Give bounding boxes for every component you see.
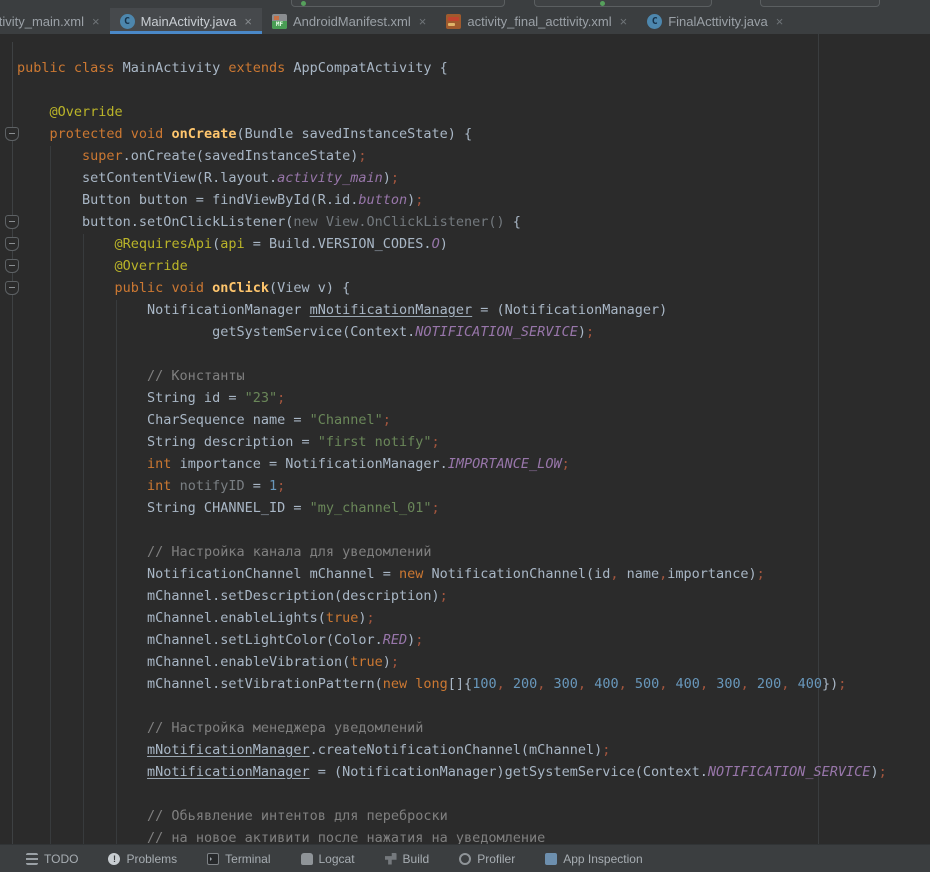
code-line [0, 695, 930, 717]
fold-toggle-icon[interactable] [5, 281, 19, 295]
toolwindow-button-logcat[interactable]: Logcat [301, 852, 355, 866]
layout-xml-file-icon [446, 14, 461, 29]
tab-label: activity_final_acttivity.xml [467, 14, 611, 29]
build-icon [385, 853, 397, 865]
code-line: NotificationManager mNotificationManager… [0, 299, 930, 321]
device-selector[interactable] [534, 0, 712, 7]
fold-toggle-icon[interactable] [5, 259, 19, 273]
java-class-icon: C [647, 14, 662, 29]
code-line: // Обьявление интентов для переброски [0, 805, 930, 827]
code-line: // Настройка менеджера уведомлений [0, 717, 930, 739]
fold-toggle-icon[interactable] [5, 237, 19, 251]
code-line: mChannel.setLightColor(Color.RED); [0, 629, 930, 651]
code-line: getSystemService(Context.NOTIFICATION_SE… [0, 321, 930, 343]
code-area: public class MainActivity extends AppCom… [0, 57, 930, 849]
toolwindow-button-label: Logcat [319, 852, 355, 866]
toolbar-strip [0, 0, 930, 8]
toolwindow-button-problems[interactable]: ! Problems [108, 852, 177, 866]
fold-toggle-icon[interactable] [5, 127, 19, 141]
code-editor[interactable]: public class MainActivity extends AppCom… [0, 34, 930, 855]
code-line: String description = "first notify"; [0, 431, 930, 453]
code-line: Button button = findViewById(R.id.button… [0, 189, 930, 211]
code-line [0, 79, 930, 101]
code-line: // Константы [0, 365, 930, 387]
close-icon[interactable]: × [620, 15, 628, 28]
tab-mainactivity-java[interactable]: C MainActivity.java × [110, 8, 262, 34]
code-line: int importance = NotificationManager.IMP… [0, 453, 930, 475]
toolwindow-button-label: Build [403, 852, 430, 866]
code-line: @Override [0, 255, 930, 277]
code-line: mChannel.enableVibration(true); [0, 651, 930, 673]
app-inspection-icon [545, 853, 557, 865]
fold-toggle-icon[interactable] [5, 215, 19, 229]
code-line: String CHANNEL_ID = "my_channel_01"; [0, 497, 930, 519]
tab-label: AndroidManifest.xml [293, 14, 411, 29]
java-class-icon: C [120, 14, 135, 29]
code-line [0, 519, 930, 541]
tab-finalacttivity-java[interactable]: C FinalActtivity.java × [637, 8, 793, 34]
device-status-dot [600, 1, 605, 6]
logcat-icon [301, 853, 313, 865]
terminal-icon [207, 853, 219, 865]
tab-androidmanifest-xml[interactable]: MF AndroidManifest.xml × [262, 8, 436, 34]
code-line: super.onCreate(savedInstanceState); [0, 145, 930, 167]
code-line: mNotificationManager = (NotificationMana… [0, 761, 930, 783]
close-icon[interactable]: × [776, 15, 784, 28]
toolbar-widget-outline[interactable] [760, 0, 880, 7]
code-line: setContentView(R.layout.activity_main); [0, 167, 930, 189]
toolwindow-button-terminal[interactable]: Terminal [207, 852, 270, 866]
code-line: public void onClick(View v) { [0, 277, 930, 299]
code-line: int notifyID = 1; [0, 475, 930, 497]
run-configuration-selector[interactable] [291, 0, 505, 7]
toolwindow-button-label: Profiler [477, 852, 515, 866]
editor-tab-bar: activity_main.xml × C MainActivity.java × MF A… [0, 8, 930, 34]
toolwindow-button-label: TODO [44, 852, 78, 866]
close-icon[interactable]: × [419, 15, 427, 28]
tab-label: MainActivity.java [141, 14, 237, 29]
tab-activity_final_acttivity-xml[interactable]: activity_final_acttivity.xml × [436, 8, 637, 34]
toolwindow-button-build[interactable]: Build [385, 852, 430, 866]
tool-window-bar: TODO! Problems Terminal Logcat Build Profiler… [0, 844, 930, 872]
toolwindow-button-label: Terminal [225, 852, 270, 866]
code-line: mNotificationManager.createNotificationC… [0, 739, 930, 761]
code-line: mChannel.enableLights(true); [0, 607, 930, 629]
close-icon[interactable]: × [92, 15, 100, 28]
code-line: public class MainActivity extends AppCom… [0, 57, 930, 79]
active-tab-underline [110, 31, 262, 34]
tab-label: FinalActtivity.java [668, 14, 767, 29]
todo-icon [26, 853, 38, 865]
close-icon[interactable]: × [244, 15, 252, 28]
toolwindow-button-label: App Inspection [563, 852, 642, 866]
profiler-icon [459, 853, 471, 865]
toolwindow-button-todo[interactable]: TODO [26, 852, 78, 866]
tab-activity_main-xml[interactable]: activity_main.xml × [0, 8, 110, 34]
code-line: @Override [0, 101, 930, 123]
toolwindow-button-label: Problems [126, 852, 177, 866]
code-line: // Настройка канала для уведомлений [0, 541, 930, 563]
problems-icon: ! [108, 853, 120, 865]
toolwindow-button-profiler[interactable]: Profiler [459, 852, 515, 866]
code-line: mChannel.setVibrationPattern(new long[]{… [0, 673, 930, 695]
code-line: mChannel.setDescription(description); [0, 585, 930, 607]
toolwindow-button-app-inspection[interactable]: App Inspection [545, 852, 642, 866]
code-line [0, 783, 930, 805]
code-line: button.setOnClickListener(new View.OnCli… [0, 211, 930, 233]
code-line: String id = "23"; [0, 387, 930, 409]
code-line: @RequiresApi(api = Build.VERSION_CODES.O… [0, 233, 930, 255]
run-status-dot [301, 1, 306, 6]
manifest-file-icon: MF [272, 14, 287, 29]
code-line [0, 343, 930, 365]
code-line: CharSequence name = "Channel"; [0, 409, 930, 431]
tab-label: activity_main.xml [0, 14, 84, 29]
code-line: NotificationChannel mChannel = new Notif… [0, 563, 930, 585]
code-line: protected void onCreate(Bundle savedInst… [0, 123, 930, 145]
